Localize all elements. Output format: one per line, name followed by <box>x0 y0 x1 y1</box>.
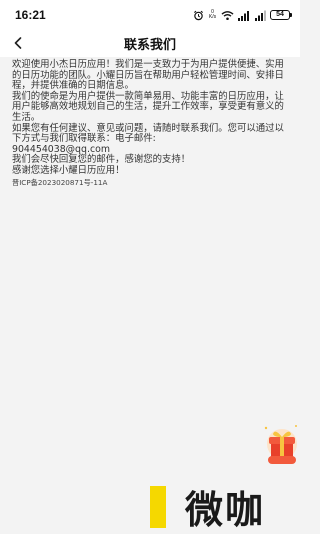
floating-promo-gift-icon[interactable] <box>262 418 300 470</box>
alarm-icon <box>193 6 204 25</box>
intro-paragraph: 欢迎使用小杰日历应用！我们是一支致力于为用户提供便捷、实用的日历功能的团队。小耀… <box>12 59 284 92</box>
status-icons: 0 K/s 54 <box>193 6 292 25</box>
icp-license[interactable]: 晋ICP备2023020871号-11A <box>12 177 290 188</box>
cellular-signal-icon <box>238 6 251 25</box>
contact-content: 欢迎使用小杰日历应用！我们是一支致力于为用户提供便捷、实用的日历功能的团队。小耀… <box>12 59 290 188</box>
navigation-bar: 联系我们 <box>0 30 300 57</box>
thanks-note: 感谢您选择小耀日历应用！ <box>12 164 125 176</box>
status-time: 16:21 <box>15 8 46 22</box>
cellular-signal-2-icon <box>255 6 266 25</box>
network-speed-indicator: 0 K/s <box>208 9 217 20</box>
watermark-text: 微咖 <box>184 488 265 532</box>
watermark-accent-bar <box>150 486 166 528</box>
battery-icon: 54 <box>270 10 292 20</box>
status-bar: 16:21 0 K/s 54 <box>0 0 300 30</box>
watermark-logo: 微咖 <box>150 480 300 533</box>
page-title: 联系我们 <box>123 38 176 53</box>
mission-paragraph: 我们的使命是为用户提供一款简单易用、功能丰富的日历应用，让用户能够高效地规划自己… <box>12 90 284 123</box>
contact-invite-paragraph: 如果您有任何建议、意见或问题，请随时联系我们。您可以通过以下方式与我们取得联系：… <box>12 122 284 145</box>
wifi-icon <box>221 6 234 25</box>
